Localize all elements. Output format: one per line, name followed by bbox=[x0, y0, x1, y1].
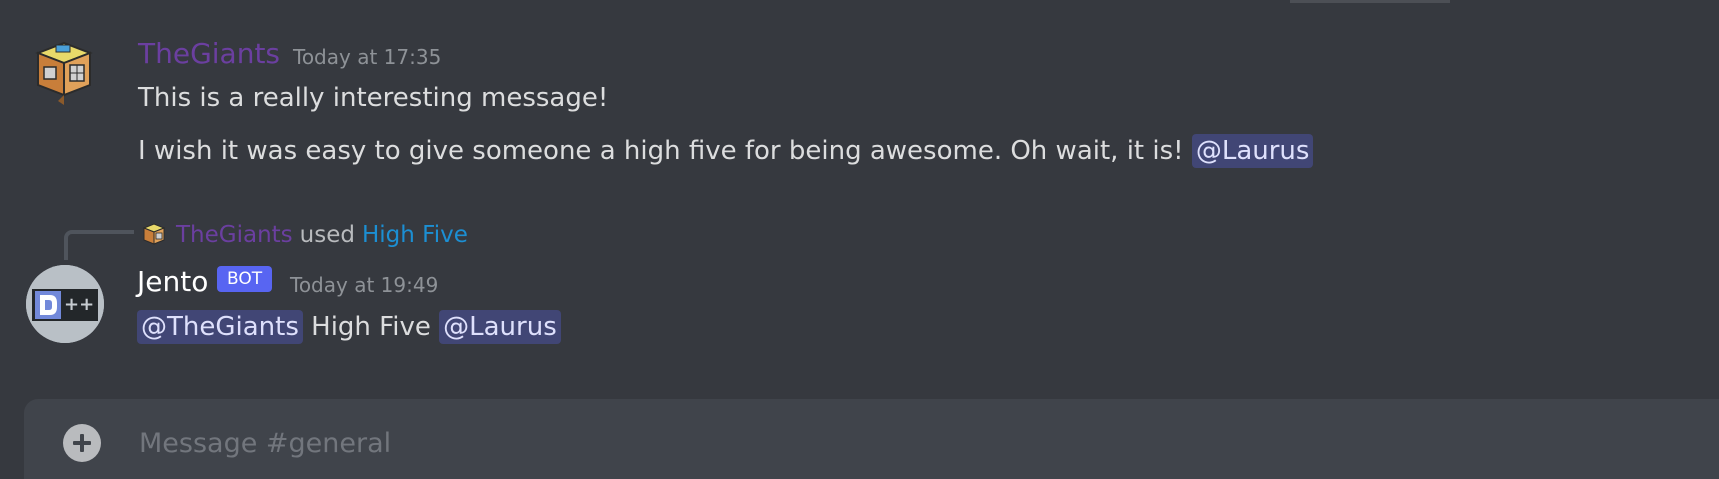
username-thegiants[interactable]: TheGiants bbox=[138, 37, 280, 71]
mention-thegiants[interactable]: @TheGiants bbox=[137, 310, 303, 344]
svg-text:++: ++ bbox=[64, 294, 94, 315]
reply-spine bbox=[64, 230, 134, 260]
scroll-fade-edge bbox=[1290, 0, 1450, 3]
mention-laurus[interactable]: @Laurus bbox=[439, 310, 561, 344]
message-timestamp: Today at 19:49 bbox=[290, 273, 439, 297]
message-text: High Five bbox=[311, 312, 431, 342]
add-attachment-button[interactable] bbox=[63, 424, 101, 462]
reply-used-text: used bbox=[299, 222, 355, 248]
jento-bot-avatar-icon: ++ bbox=[26, 265, 104, 343]
username-jento[interactable]: Jento bbox=[137, 265, 208, 299]
avatar-jento[interactable]: ++ bbox=[26, 265, 104, 343]
bot-badge: BOT bbox=[217, 266, 273, 292]
reply-username[interactable]: TheGiants bbox=[176, 222, 293, 248]
house-box-avatar-icon bbox=[35, 41, 93, 105]
message-text: I wish it was easy to give someone a hig… bbox=[138, 136, 1184, 166]
message-input[interactable] bbox=[137, 424, 1641, 462]
message-timestamp: Today at 17:35 bbox=[293, 45, 442, 69]
plus-icon bbox=[73, 434, 91, 452]
message-line: This is a really interesting message! bbox=[138, 83, 609, 113]
chat-view: TheGiants Today at 17:35 This is a reall… bbox=[0, 0, 1719, 479]
message-line-with-mention: I wish it was easy to give someone a hig… bbox=[138, 134, 1314, 168]
avatar-thegiants[interactable] bbox=[34, 39, 94, 109]
house-box-small-icon bbox=[142, 223, 166, 245]
reply-command-name[interactable]: High Five bbox=[362, 222, 468, 248]
bot-message-line: @TheGiants High Five @Laurus bbox=[137, 310, 561, 344]
reply-reference[interactable]: TheGiants used High Five bbox=[142, 220, 468, 250]
mention-laurus[interactable]: @Laurus bbox=[1191, 134, 1314, 168]
